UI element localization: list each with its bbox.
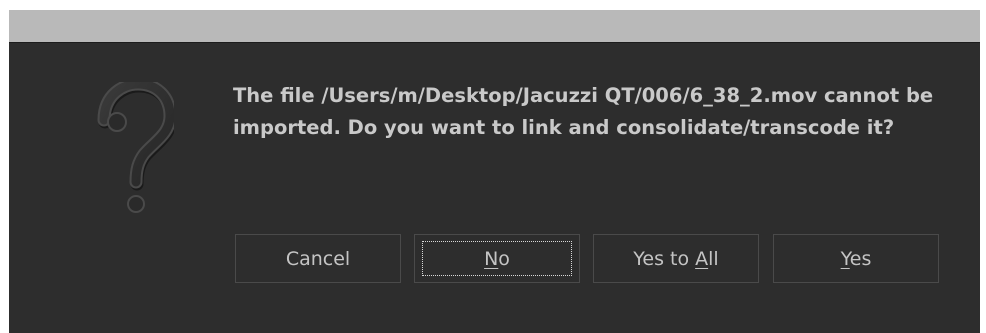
dialog-message: The file /Users/m/Desktop/Jacuzzi QT/006…: [233, 80, 953, 144]
screen: The file /Users/m/Desktop/Jacuzzi QT/006…: [0, 0, 986, 333]
dialog-message-line-1: The file /Users/m/Desktop/Jacuzzi QT/006…: [233, 84, 934, 107]
no-button-label: No: [484, 247, 510, 270]
yes-to-all-button[interactable]: Yes to All: [593, 234, 759, 283]
yes-to-all-button-label: Yes to All: [633, 247, 719, 270]
yes-button-label: Yes: [840, 247, 872, 270]
dialog-message-line-2: imported. Do you want to link and consol…: [233, 116, 895, 139]
link-consolidate-dialog: The file /Users/m/Desktop/Jacuzzi QT/006…: [9, 10, 980, 333]
question-mark-icon: [97, 82, 174, 213]
cancel-button-label: Cancel: [285, 247, 351, 270]
dialog-titlebar[interactable]: [9, 10, 980, 43]
cancel-button[interactable]: Cancel: [235, 234, 401, 283]
no-button[interactable]: No: [414, 234, 580, 283]
yes-button[interactable]: Yes: [773, 234, 939, 283]
